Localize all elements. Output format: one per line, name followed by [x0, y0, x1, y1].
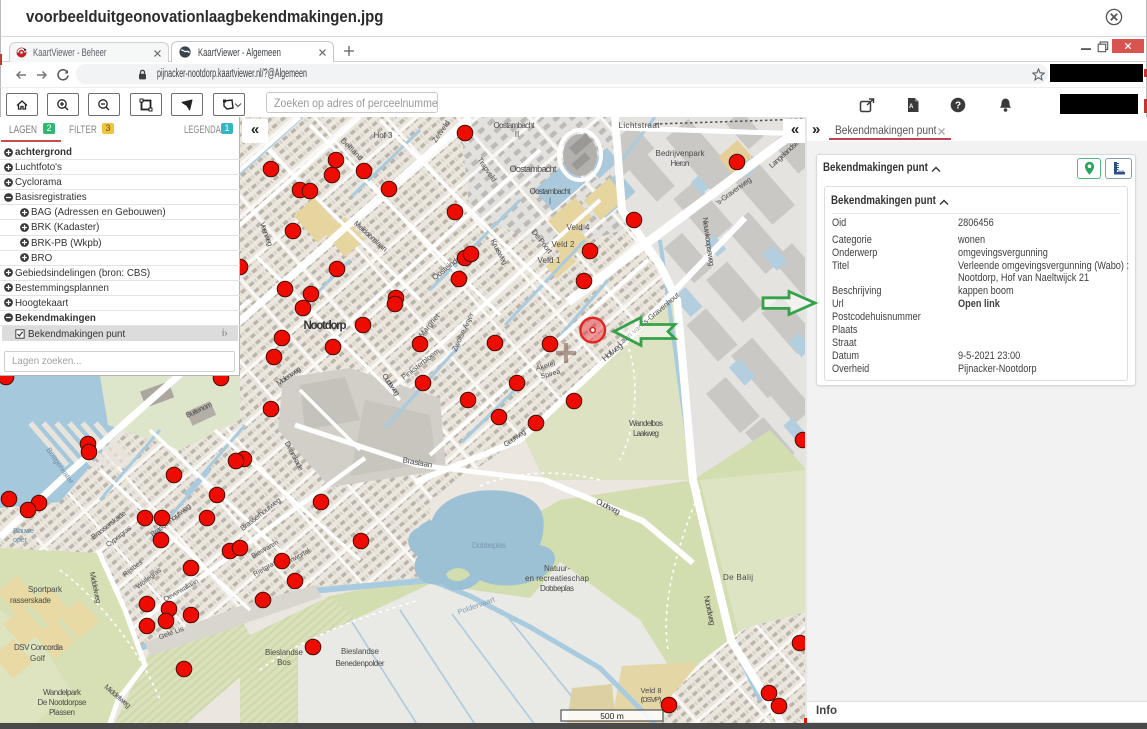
svg-text:Veld 8: Veld 8 — [641, 686, 662, 695]
svg-text:Wandelpark: Wandelpark — [43, 688, 82, 697]
svg-text:Veld 1: Veld 1 — [538, 256, 562, 265]
svg-text:Bedrijvenpark: Bedrijvenpark — [656, 149, 706, 158]
svg-text:Bieslandse: Bieslandse — [341, 647, 380, 656]
svg-text:Bieslandse: Bieslandse — [265, 648, 304, 657]
svg-text:Dobbeplas: Dobbeplas — [540, 584, 574, 593]
svg-text:Oostambacht: Oostambacht — [510, 164, 557, 174]
svg-text:A: A — [909, 104, 914, 110]
svg-text:Golf: Golf — [30, 654, 46, 663]
svg-text:(DSVP): (DSVP) — [641, 695, 663, 704]
svg-text:Veld 2: Veld 2 — [552, 240, 576, 249]
svg-text:DSV Concordia: DSV Concordia — [14, 643, 64, 652]
svg-text:500 m: 500 m — [600, 711, 624, 721]
svg-text:Nootdorp: Nootdorp — [304, 320, 347, 332]
svg-text:Heron: Heron — [671, 159, 690, 168]
svg-text:en recreatieschap: en recreatieschap — [525, 574, 590, 583]
svg-text:Oostambacht: Oostambacht — [530, 187, 572, 196]
svg-text:De Balij: De Balij — [723, 573, 753, 582]
svg-text:Laakweg: Laakweg — [633, 429, 659, 438]
svg-text:Blauwe: Blauwe — [13, 526, 34, 535]
svg-text:oper: oper — [13, 535, 28, 544]
svg-text:Lichtstraat: Lichtstraat — [619, 121, 661, 130]
svg-text:rasserskade: rasserskade — [10, 596, 52, 605]
svg-text:Plassen: Plassen — [49, 708, 75, 717]
svg-text:Dobbeplas: Dobbeplas — [472, 541, 506, 550]
svg-text:Veld 4: Veld 4 — [567, 223, 591, 232]
svg-text:Bos: Bos — [277, 658, 291, 667]
svg-text:|: | — [549, 198, 551, 205]
svg-text:De Nootdorpse: De Nootdorpse — [38, 698, 88, 707]
svg-text:Sportpark: Sportpark — [28, 585, 63, 594]
svg-text:?: ? — [955, 101, 961, 112]
svg-text:Wandelbos: Wandelbos — [629, 419, 663, 428]
svg-text:Natuur-: Natuur- — [544, 564, 570, 573]
svg-text:II: II — [515, 130, 519, 139]
svg-text:Benedenpolder: Benedenpolder — [336, 659, 385, 668]
svg-text:Hof 3: Hof 3 — [374, 131, 394, 140]
svg-text:Oostambacht: Oostambacht — [494, 121, 536, 130]
